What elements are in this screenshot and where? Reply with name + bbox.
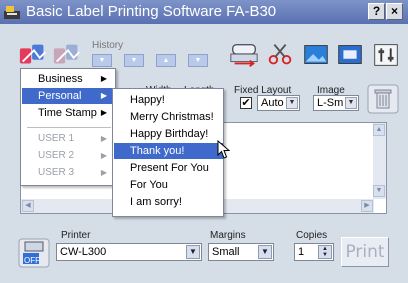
history-label: History: [92, 40, 124, 51]
chevron-down-icon[interactable]: ▼: [345, 97, 357, 109]
chevron-down-icon[interactable]: ▼: [286, 97, 298, 109]
submenu-item-selected[interactable]: Thank you!: [114, 143, 223, 159]
image-value: L-Sm: [317, 97, 344, 109]
menu-item-label: Time Stamp: [38, 107, 97, 119]
chevron-right-icon: ▶: [100, 108, 107, 117]
help-button[interactable]: ?: [368, 3, 385, 20]
picture-icon[interactable]: [298, 38, 334, 72]
template-edit-icon[interactable]: [50, 38, 86, 72]
off-label: OFF: [24, 256, 40, 265]
app-icon: [4, 6, 20, 19]
printer-label: Printer: [61, 230, 91, 241]
scroll-up-icon[interactable]: ▲: [373, 124, 385, 136]
vertical-scrollbar[interactable]: ▲ ▼: [373, 123, 386, 199]
menu-item-time-stamp[interactable]: Time Stamp ▶: [22, 105, 115, 121]
cut-icon[interactable]: [262, 38, 298, 72]
chevron-right-icon: ▶: [100, 134, 107, 143]
menu-separator: [27, 127, 111, 128]
menu-item-label: USER 3: [38, 167, 75, 178]
submenu-item[interactable]: Happy!: [114, 92, 223, 108]
print-button[interactable]: Print: [341, 237, 389, 267]
printer-select[interactable]: CW-L300 ▼: [56, 243, 202, 261]
image-select[interactable]: L-Sm ▼: [313, 95, 359, 111]
history-next-button[interactable]: ▲: [156, 54, 176, 67]
window-title: Basic Label Printing Software FA-B30: [26, 3, 277, 20]
history-last-button[interactable]: ▼: [188, 54, 208, 67]
title-bar: Basic Label Printing Software FA-B30 ? ×: [0, 0, 408, 24]
submenu-item[interactable]: I am sorry!: [114, 194, 223, 210]
trash-icon[interactable]: [367, 84, 399, 114]
menu-item-user2[interactable]: USER 2 ▶: [22, 148, 115, 164]
fixed-layout-value: Auto: [261, 97, 284, 109]
personal-submenu: Happy! Merry Christmas! Happy Birthday! …: [112, 88, 224, 217]
fixed-layout-select[interactable]: Auto ▼: [257, 95, 300, 111]
menu-item-business[interactable]: Business ▶: [22, 71, 115, 87]
margins-select[interactable]: Small ▼: [208, 243, 274, 261]
app-window: Basic Label Printing Software FA-B30 ? ×…: [0, 0, 408, 283]
menu-item-user3[interactable]: USER 3 ▶: [22, 165, 115, 181]
submenu-item[interactable]: Merry Christmas!: [114, 109, 223, 125]
pointer-cursor-icon: [217, 140, 231, 159]
chevron-down-icon[interactable]: ▼: [186, 245, 200, 259]
printer-feed-icon[interactable]: [226, 38, 262, 72]
scroll-left-icon[interactable]: ◀: [22, 200, 34, 212]
history-first-button[interactable]: ▼: [92, 54, 112, 67]
template-category-menu: Business ▶ Personal ▶ Time Stamp ▶ USER …: [20, 68, 116, 186]
template-icon[interactable]: [16, 38, 52, 72]
scroll-down-icon[interactable]: ▼: [373, 185, 385, 197]
frame-icon[interactable]: [332, 38, 368, 72]
margins-label: Margins: [210, 230, 246, 241]
spin-arrows-icon[interactable]: ▲ ▼: [318, 245, 332, 259]
submenu-item[interactable]: Happy Birthday!: [114, 126, 223, 142]
menu-item-user1[interactable]: USER 1 ▶: [22, 131, 115, 147]
history-prev-button[interactable]: ▼: [124, 54, 144, 67]
chevron-right-icon: ▶: [100, 151, 107, 160]
chevron-down-icon[interactable]: ▼: [258, 245, 272, 259]
margins-value: Small: [212, 246, 240, 258]
copies-stepper[interactable]: 1 ▲ ▼: [294, 243, 334, 261]
chevron-right-icon: ▶: [100, 74, 107, 83]
copies-value: 1: [298, 246, 305, 258]
printer-value: CW-L300: [60, 246, 107, 258]
settings-icon[interactable]: [368, 38, 404, 72]
fixed-layout-checkbox[interactable]: ✔: [240, 97, 252, 109]
copies-label: Copies: [296, 230, 328, 241]
submenu-item[interactable]: Present For You: [114, 160, 223, 176]
chevron-right-icon: ▶: [100, 91, 107, 100]
close-button[interactable]: ×: [386, 3, 403, 20]
menu-item-label: USER 1: [38, 133, 75, 144]
menu-item-label: Personal: [38, 90, 82, 102]
menu-item-label: USER 2: [38, 150, 75, 161]
menu-item-label: Business: [38, 73, 83, 85]
submenu-item[interactable]: For You: [114, 177, 223, 193]
chevron-right-icon: ▶: [100, 168, 107, 177]
scroll-right-icon[interactable]: ▶: [361, 200, 373, 212]
menu-item-personal[interactable]: Personal ▶: [22, 88, 115, 104]
